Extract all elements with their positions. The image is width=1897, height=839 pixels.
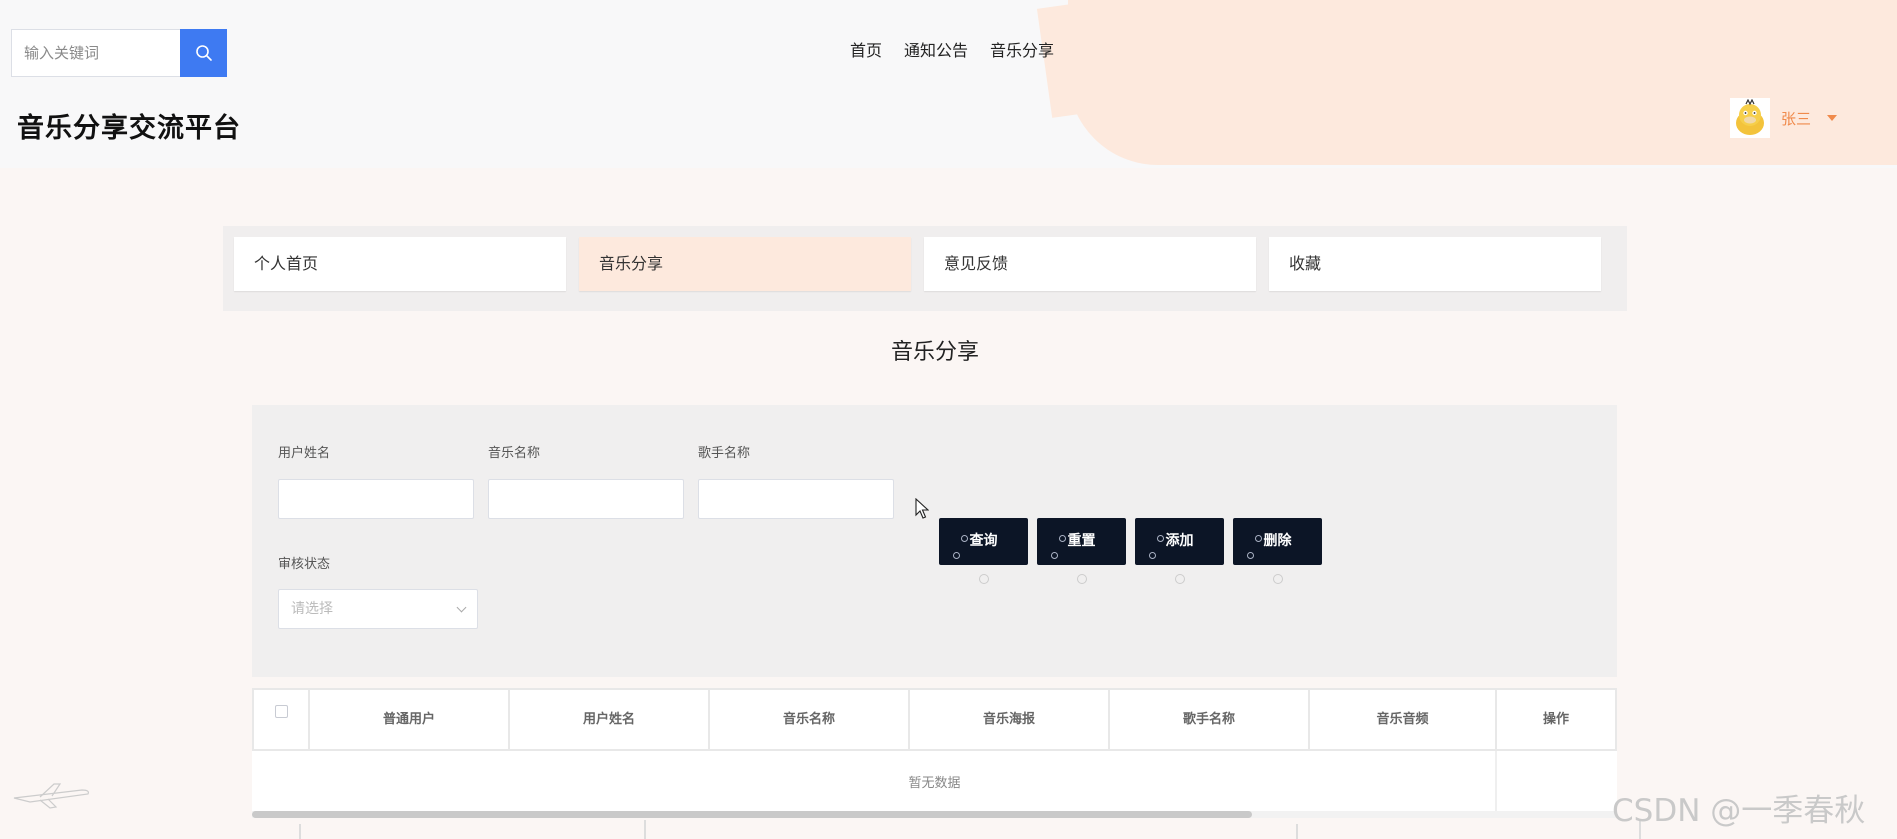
ring-icon: [953, 552, 960, 559]
ring-icon: [1051, 552, 1058, 559]
tab-favorites[interactable]: 收藏: [1269, 237, 1601, 291]
chevron-down-icon: [456, 602, 467, 613]
empty-state-text: 暂无数据: [908, 776, 961, 791]
search-icon: [195, 45, 212, 61]
ripple-dot-icon: [1175, 574, 1185, 584]
ring-icon: [1247, 552, 1254, 559]
ripple-dot-icon: [1077, 574, 1087, 584]
search-button[interactable]: [180, 29, 227, 77]
column-header[interactable]: 用户姓名: [510, 690, 710, 749]
ring-icon: [1255, 535, 1262, 542]
top-nav: 首页 通知公告 音乐分享: [850, 37, 1076, 61]
nav-home[interactable]: 首页: [850, 37, 882, 61]
ripple-dot-icon: [979, 574, 989, 584]
add-button[interactable]: 添加: [1135, 518, 1224, 565]
mouse-cursor-icon: [915, 498, 929, 519]
tab-bar: 个人首页 音乐分享 意见反馈 收藏: [223, 226, 1627, 311]
search-input[interactable]: [12, 30, 180, 76]
nav-notice[interactable]: 通知公告: [904, 37, 968, 61]
reset-button[interactable]: 重置: [1037, 518, 1126, 565]
horizontal-scrollbar-thumb[interactable]: [252, 811, 1252, 818]
query-button-label: 查询: [969, 533, 998, 549]
table-header: 普通用户 用户姓名 音乐名称 音乐海报 歌手名称 音乐音频 操作: [252, 688, 1617, 751]
music-name-field[interactable]: [488, 479, 684, 519]
ring-icon: [1059, 535, 1066, 542]
avatar[interactable]: [1730, 98, 1770, 138]
header-decoration: [1068, 0, 1897, 165]
reset-button-label: 重置: [1067, 533, 1096, 549]
column-header[interactable]: 音乐名称: [710, 690, 910, 749]
ripple-dot-icon: [1273, 574, 1283, 584]
user-menu[interactable]: 张三: [1730, 98, 1838, 138]
data-table: 普通用户 用户姓名 音乐名称 音乐海报 歌手名称 音乐音频 操作 暂无数据: [252, 688, 1617, 818]
column-header[interactable]: 音乐海报: [910, 690, 1110, 749]
watermark: CSDN @一季春秋: [1612, 793, 1866, 829]
user-name-field[interactable]: [278, 479, 474, 519]
header: 首页 通知公告 音乐分享 音乐分享交流平台 张三: [0, 0, 1897, 168]
column-header[interactable]: 普通用户: [310, 690, 510, 749]
ring-icon: [961, 535, 968, 542]
singer-name-label: 歌手名称: [698, 446, 751, 461]
singer-name-field[interactable]: [698, 479, 894, 519]
tab-personal-home[interactable]: 个人首页: [234, 237, 566, 291]
review-status-placeholder: 请选择: [291, 601, 333, 617]
ring-icon: [1149, 552, 1156, 559]
tab-music-share[interactable]: 音乐分享: [579, 237, 911, 291]
ring-icon: [1157, 535, 1164, 542]
review-status-select[interactable]: 请选择: [278, 589, 478, 629]
query-button[interactable]: 查询: [939, 518, 1028, 565]
select-all-checkbox[interactable]: [274, 705, 288, 718]
column-header[interactable]: 音乐音频: [1310, 690, 1497, 749]
page-title: 音乐分享: [890, 340, 979, 365]
delete-button[interactable]: 删除: [1233, 518, 1322, 565]
column-header[interactable]: 歌手名称: [1110, 690, 1310, 749]
chevron-down-icon[interactable]: [1827, 115, 1838, 121]
user-name[interactable]: 张三: [1781, 108, 1811, 129]
site-title: 音乐分享交流平台: [17, 113, 241, 144]
tab-feedback[interactable]: 意见反馈: [924, 237, 1256, 291]
airplane-decoration-icon: [13, 783, 89, 809]
review-status-label: 审核状态: [278, 557, 331, 572]
delete-button-label: 删除: [1263, 533, 1292, 549]
user-name-label: 用户姓名: [278, 446, 331, 461]
music-name-label: 音乐名称: [488, 446, 541, 461]
duck-avatar-icon: [1736, 99, 1764, 135]
search-box: [11, 29, 227, 77]
column-header[interactable]: 操作: [1497, 690, 1615, 749]
filter-panel: 用户姓名 音乐名称 歌手名称 审核状态 请选择 查询 重置 添加 删除: [252, 405, 1617, 677]
select-all-cell: [254, 690, 310, 749]
add-button-label: 添加: [1165, 533, 1194, 549]
nav-music-share[interactable]: 音乐分享: [990, 37, 1054, 61]
